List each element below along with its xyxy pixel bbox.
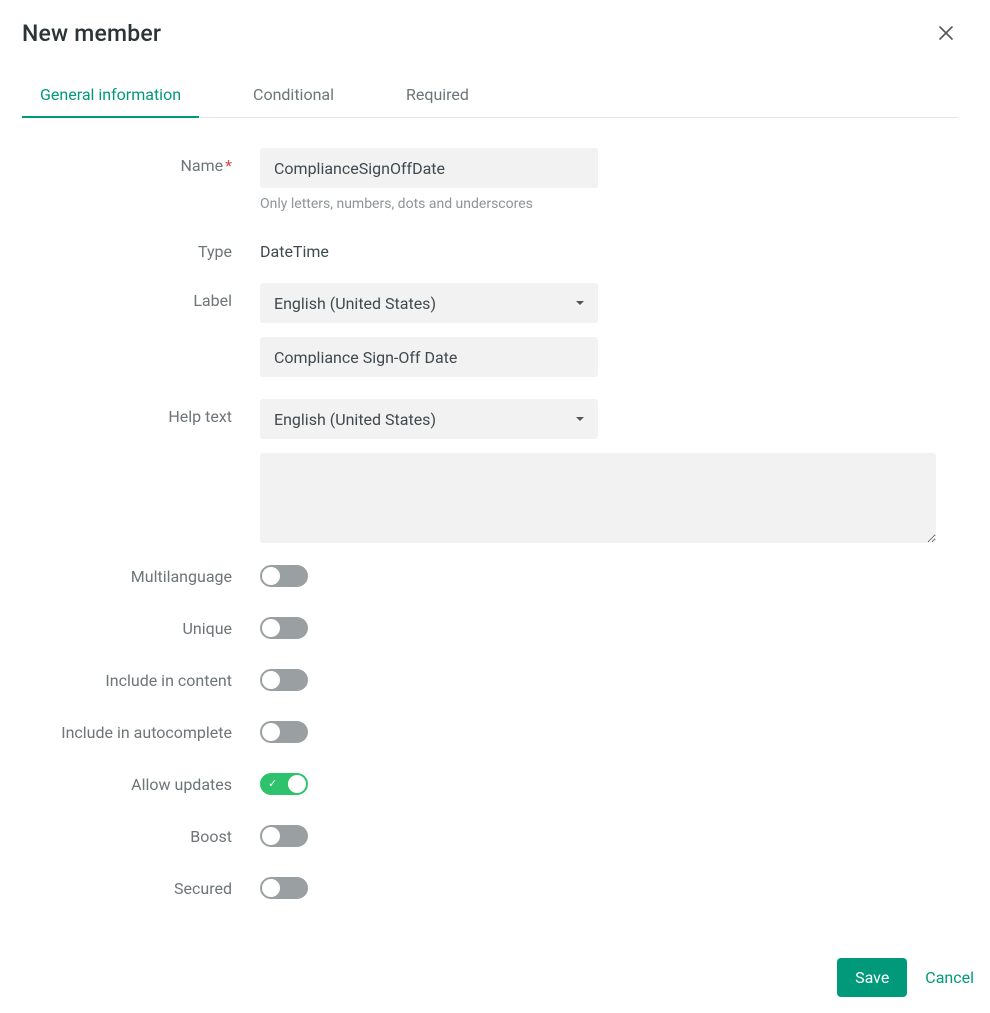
- label-label: Label: [22, 283, 260, 310]
- help-language-value: English (United States): [274, 410, 436, 429]
- tab-required[interactable]: Required: [388, 75, 487, 118]
- multilanguage-toggle[interactable]: ✓: [260, 565, 308, 587]
- boost-label: Boost: [22, 827, 260, 846]
- type-label: Type: [22, 234, 260, 261]
- name-input[interactable]: [260, 148, 598, 188]
- boost-toggle[interactable]: ✓: [260, 825, 308, 847]
- tab-conditional[interactable]: Conditional: [235, 75, 352, 118]
- unique-toggle[interactable]: ✓: [260, 617, 308, 639]
- label-language-select[interactable]: English (United States): [260, 283, 598, 323]
- secured-label: Secured: [22, 879, 260, 898]
- multilanguage-label: Multilanguage: [22, 567, 260, 586]
- type-value: DateTime: [260, 234, 958, 261]
- include-in-autocomplete-toggle[interactable]: ✓: [260, 721, 308, 743]
- required-star-icon: *: [225, 156, 232, 175]
- name-helper-text: Only letters, numbers, dots and undersco…: [260, 196, 958, 212]
- tab-bar: General information Conditional Required: [22, 74, 958, 118]
- include-in-content-toggle[interactable]: ✓: [260, 669, 308, 691]
- close-icon[interactable]: [934, 20, 958, 48]
- check-icon: ✓: [268, 777, 277, 790]
- label-value-input[interactable]: [260, 337, 598, 377]
- cancel-button[interactable]: Cancel: [925, 968, 974, 987]
- chevron-down-icon: [576, 417, 584, 421]
- tab-general[interactable]: General information: [22, 75, 199, 118]
- name-label: Name*: [22, 148, 260, 175]
- save-button[interactable]: Save: [837, 958, 907, 997]
- help-language-select[interactable]: English (United States): [260, 399, 598, 439]
- secured-toggle[interactable]: ✓: [260, 877, 308, 899]
- include-in-content-label: Include in content: [22, 671, 260, 690]
- allow-updates-toggle[interactable]: ✓: [260, 773, 308, 795]
- label-language-value: English (United States): [274, 294, 436, 313]
- unique-label: Unique: [22, 619, 260, 638]
- help-text-label: Help text: [22, 399, 260, 426]
- help-text-textarea[interactable]: [260, 453, 936, 543]
- allow-updates-label: Allow updates: [22, 775, 260, 794]
- chevron-down-icon: [576, 301, 584, 305]
- page-title: New member: [22, 20, 161, 47]
- include-in-autocomplete-label: Include in autocomplete: [22, 723, 260, 742]
